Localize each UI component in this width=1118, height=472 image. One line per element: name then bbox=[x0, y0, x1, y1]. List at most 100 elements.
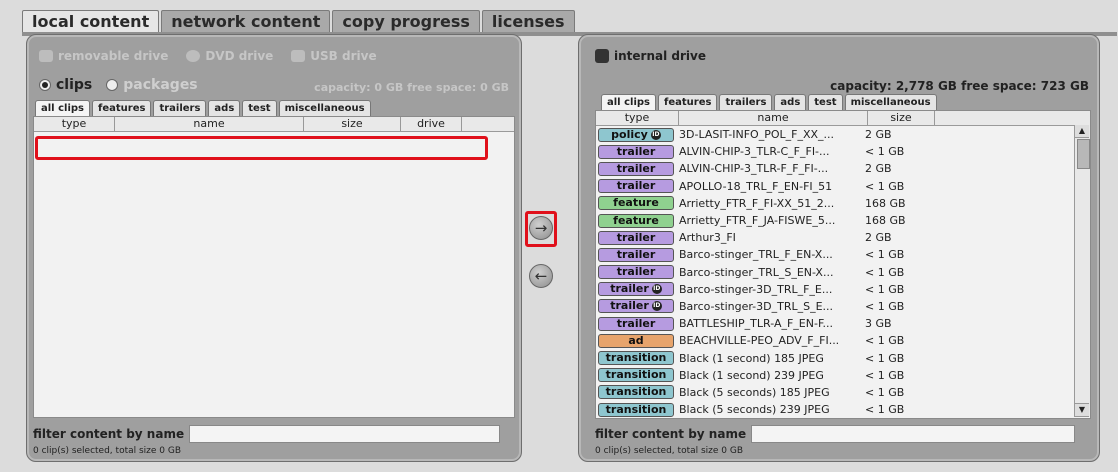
tab-ads[interactable]: ads bbox=[208, 100, 241, 116]
tab-trailers[interactable]: trailers bbox=[719, 94, 773, 110]
internal-drive-title: internal drive bbox=[614, 49, 706, 63]
type-label: transition bbox=[605, 368, 667, 382]
tab-all-clips[interactable]: all clips bbox=[35, 100, 90, 116]
type-label: feature bbox=[613, 213, 659, 227]
internal-clip-list[interactable]: type name size policy ID 3D-LASIT-INFO_POL… bbox=[595, 110, 1091, 419]
tab-trailers[interactable]: trailers bbox=[153, 100, 207, 116]
type-label: ad bbox=[628, 333, 644, 347]
tab-network-content[interactable]: network content bbox=[161, 10, 331, 33]
clip-size: < 1 GB bbox=[865, 351, 905, 365]
copy-to-local-button[interactable]: ← bbox=[529, 264, 553, 288]
tab-local-content[interactable]: local content bbox=[22, 10, 160, 33]
clip-name: APOLLO-18_TRL_F_EN-FI_51 bbox=[679, 179, 833, 193]
clip-size: < 1 GB bbox=[865, 403, 905, 417]
tab-test[interactable]: test bbox=[808, 94, 843, 110]
table-row[interactable]: trailer APOLLO-18_TRL_F_EN-FI_51 < 1 GB bbox=[596, 178, 1090, 195]
scroll-thumb[interactable] bbox=[1077, 139, 1090, 169]
col-type[interactable]: type bbox=[34, 117, 115, 131]
table-row[interactable]: trailer ALVIN-CHIP-3_TLR-F_F_FI-... 2 GB bbox=[596, 160, 1090, 177]
clip-size: < 1 GB bbox=[865, 385, 905, 399]
table-row[interactable]: trailer ID Barco-stinger-3D_TRL_S_E... < 1 … bbox=[596, 298, 1090, 315]
local-panel: removable drive DVD drive USB drive clip… bbox=[26, 34, 522, 462]
table-row[interactable]: transition Black (5 seconds) 239 JPEG < 1 … bbox=[596, 401, 1090, 418]
table-row[interactable]: feature Arrietty_FTR_F_JA-FISWE_5... 168 G… bbox=[596, 212, 1090, 229]
local-clip-list[interactable]: type name size drive bbox=[33, 116, 515, 418]
clip-size: 2 GB bbox=[865, 128, 892, 142]
type-label: transition bbox=[605, 385, 667, 399]
table-row[interactable]: trailer BATTLESHIP_TLR-A_F_EN-F... 3 GB bbox=[596, 315, 1090, 332]
col-size[interactable]: size bbox=[304, 117, 401, 131]
tab-miscellaneous[interactable]: miscellaneous bbox=[844, 94, 937, 110]
type-label: trailer bbox=[616, 247, 656, 261]
radio-unselected-icon bbox=[106, 79, 119, 91]
type-label: trailer bbox=[616, 179, 656, 193]
type-label: transition bbox=[605, 402, 667, 416]
type-badge: transition bbox=[598, 351, 674, 366]
clip-size: < 1 GB bbox=[865, 145, 905, 159]
tab-features[interactable]: features bbox=[657, 94, 718, 110]
tab-miscellaneous[interactable]: miscellaneous bbox=[278, 100, 371, 116]
left-filter-input[interactable] bbox=[189, 425, 501, 443]
dvd-drive-button[interactable]: DVD drive bbox=[186, 49, 273, 63]
hard-drive-icon bbox=[595, 49, 609, 63]
table-row[interactable]: ad BEACHVILLE-PEO_ADV_F_FI... < 1 GB bbox=[596, 332, 1090, 349]
clip-name: BEACHVILLE-PEO_ADV_F_FI... bbox=[679, 334, 840, 348]
col-name[interactable]: name bbox=[115, 117, 304, 131]
dvd-icon bbox=[186, 50, 201, 62]
packages-radio[interactable]: packages bbox=[106, 77, 198, 93]
tab-test[interactable]: test bbox=[242, 100, 277, 116]
type-badge: trailer ID bbox=[598, 299, 674, 314]
col-size[interactable]: size bbox=[868, 111, 935, 125]
type-label: feature bbox=[613, 196, 659, 210]
scroll-up-icon[interactable]: ▲ bbox=[1075, 125, 1089, 138]
table-row[interactable]: trailer Arthur3_FI 2 GB bbox=[596, 229, 1090, 246]
table-row[interactable]: transition Black (1 second) 185 JPEG < 1 G… bbox=[596, 349, 1090, 366]
scroll-down-icon[interactable]: ▼ bbox=[1075, 403, 1089, 417]
arrow-right-icon: → bbox=[534, 219, 548, 237]
left-filter: filter content by name bbox=[33, 425, 501, 443]
filter-label: filter content by name bbox=[595, 427, 747, 441]
col-name[interactable]: name bbox=[679, 111, 868, 125]
right-status: 0 clip(s) selected, total size 0 GB bbox=[595, 446, 744, 456]
tab-features[interactable]: features bbox=[91, 100, 152, 116]
clip-size: 2 GB bbox=[865, 231, 892, 245]
table-row[interactable]: transition Black (5 seconds) 185 JPEG < 1 … bbox=[596, 384, 1090, 401]
copy-to-drive-button[interactable]: → bbox=[529, 216, 553, 240]
left-capacity: capacity: 0 GB free space: 0 GB bbox=[314, 81, 509, 94]
tab-copy-progress[interactable]: copy progress bbox=[332, 10, 480, 33]
table-row[interactable]: trailer Barco-stinger_TRL_S_EN-X... < 1 GB bbox=[596, 264, 1090, 281]
main-tabs: local content network content copy progr… bbox=[22, 10, 577, 33]
tab-licenses[interactable]: licenses bbox=[481, 10, 575, 33]
table-row[interactable]: transition Black (1 second) 239 JPEG < 1 G… bbox=[596, 367, 1090, 384]
clip-size: 2 GB bbox=[865, 162, 892, 176]
removable-drive-label: removable drive bbox=[58, 49, 169, 63]
removable-drive-icon bbox=[39, 50, 53, 62]
table-row[interactable]: trailer ID Barco-stinger-3D_TRL_F_E... < 1 … bbox=[596, 281, 1090, 298]
table-row[interactable]: feature Arrietty_FTR_F_FI-XX_51_2... 168 G… bbox=[596, 195, 1090, 212]
tab-ads[interactable]: ads bbox=[774, 94, 807, 110]
clip-size: < 1 GB bbox=[865, 334, 905, 348]
clip-name: Black (1 second) 185 JPEG bbox=[679, 351, 824, 365]
type-label: trailer bbox=[610, 282, 649, 296]
clip-name: Barco-stinger_TRL_F_EN-X... bbox=[679, 248, 833, 262]
type-badge: trailer bbox=[598, 265, 674, 280]
type-badge: policy ID bbox=[598, 127, 674, 142]
col-drive[interactable]: drive bbox=[401, 117, 462, 131]
clip-size: 168 GB bbox=[865, 196, 906, 210]
table-row[interactable]: trailer Barco-stinger_TRL_F_EN-X... < 1 GB bbox=[596, 246, 1090, 263]
col-type[interactable]: type bbox=[596, 111, 679, 125]
table-row[interactable]: policy ID 3D-LASIT-INFO_POL_F_XX_... 2 GB bbox=[596, 126, 1090, 143]
tab-all-clips[interactable]: all clips bbox=[601, 94, 656, 110]
clip-name: Barco-stinger-3D_TRL_F_E... bbox=[679, 282, 833, 296]
highlight-box bbox=[35, 136, 488, 160]
clip-size: 3 GB bbox=[865, 317, 892, 331]
table-row[interactable]: trailer ALVIN-CHIP-3_TLR-C_F_FI-... < 1 GB bbox=[596, 143, 1090, 160]
removable-drive-button[interactable]: removable drive bbox=[39, 49, 168, 63]
usb-drive-button[interactable]: USB drive bbox=[291, 49, 377, 63]
type-badge: transition bbox=[598, 385, 674, 400]
clips-radio[interactable]: clips bbox=[39, 77, 92, 93]
right-filter-input[interactable] bbox=[751, 425, 1076, 443]
clip-size: < 1 GB bbox=[865, 299, 905, 313]
vertical-scrollbar[interactable]: ▲ ▼ bbox=[1074, 125, 1090, 417]
type-label: transition bbox=[605, 351, 667, 365]
